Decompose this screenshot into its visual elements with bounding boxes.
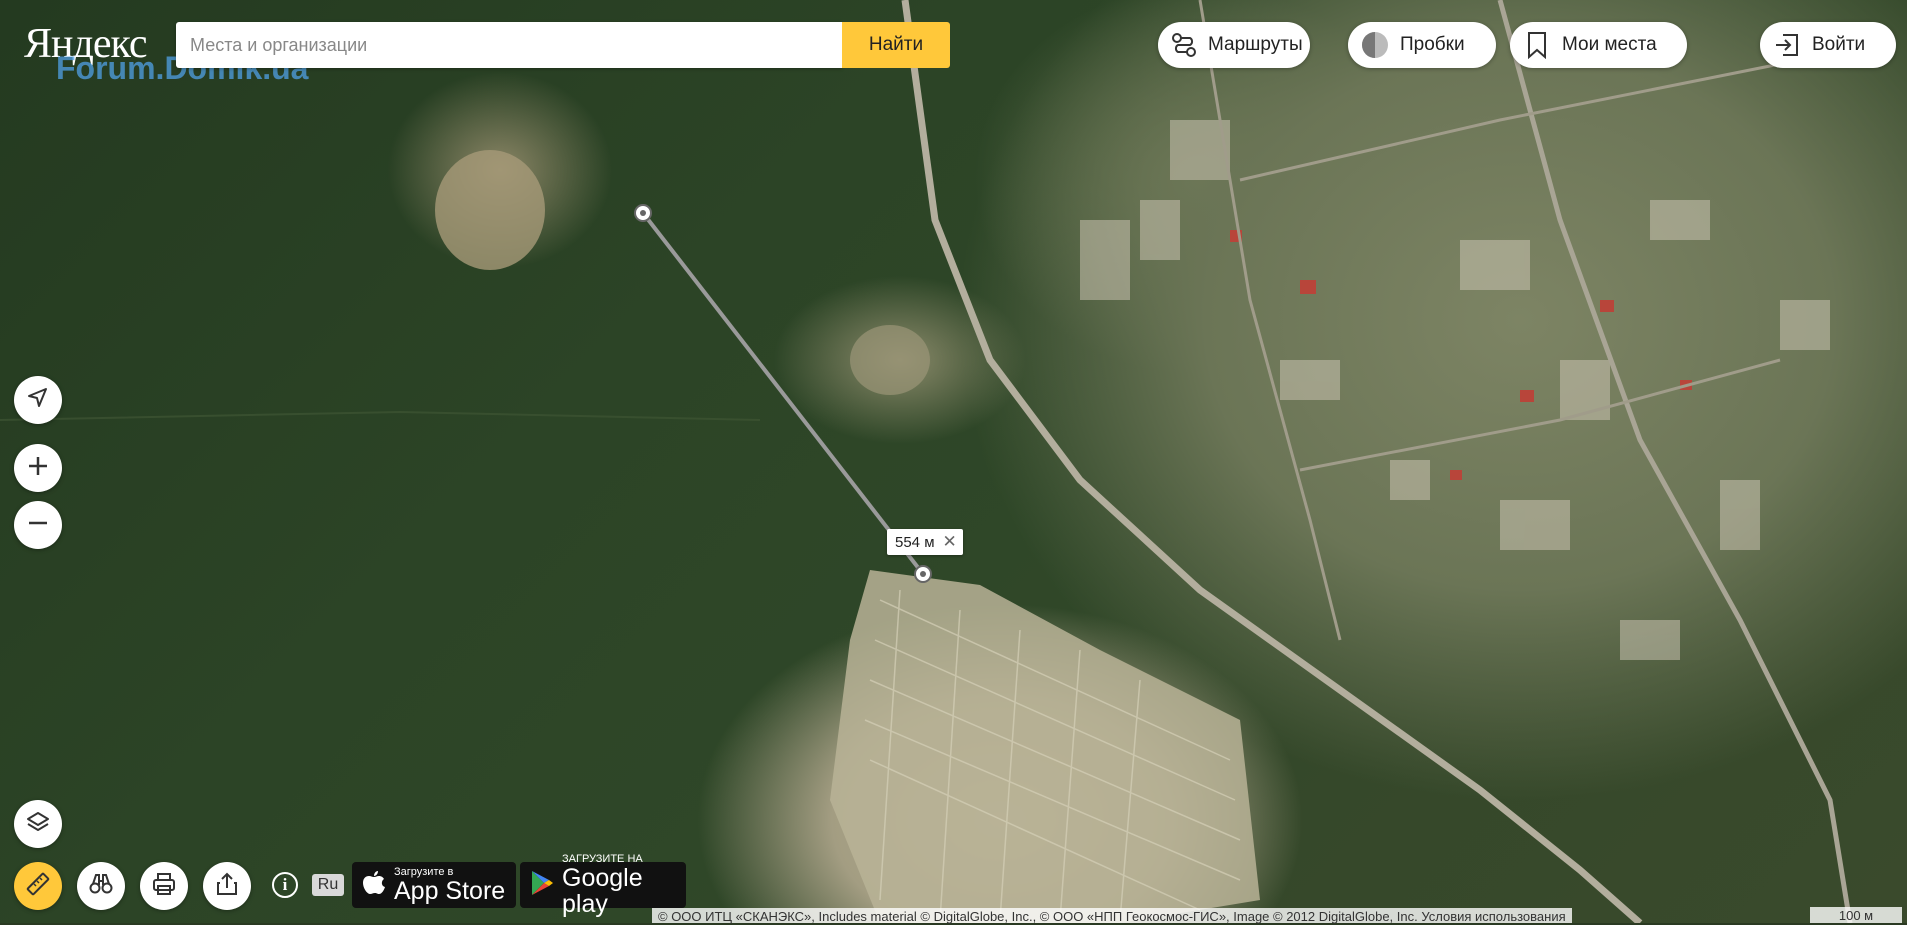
- routes-button[interactable]: Маршруты: [1158, 22, 1310, 68]
- traffic-icon: [1360, 30, 1390, 60]
- language-button[interactable]: Ru: [312, 874, 344, 896]
- ruler-start-point[interactable]: [634, 204, 652, 222]
- route-icon: [1170, 30, 1198, 60]
- login-icon: [1772, 30, 1802, 60]
- share-icon: [214, 871, 240, 902]
- ruler-distance-label: 554 м ✕: [887, 529, 963, 555]
- ruler-button[interactable]: [14, 862, 62, 910]
- print-button[interactable]: [140, 862, 188, 910]
- traffic-button[interactable]: Пробки: [1348, 22, 1496, 68]
- location-arrow-icon: [26, 386, 50, 415]
- minus-icon: [26, 511, 50, 540]
- side-road-right: [1497, 0, 1853, 923]
- layers-button[interactable]: [14, 800, 62, 848]
- find-button[interactable]: Найти: [842, 22, 950, 68]
- search-box: [176, 22, 844, 68]
- login-label: Войти: [1812, 34, 1866, 55]
- copyright-text: © ООО ИТЦ «СКАНЭКС», Includes material ©…: [652, 908, 1572, 924]
- ruler-end-point[interactable]: [914, 565, 932, 583]
- panorama-button[interactable]: [77, 862, 125, 910]
- info-button[interactable]: i: [272, 872, 298, 898]
- satellite-map[interactable]: [0, 0, 1907, 923]
- app-store-big: App Store: [394, 876, 506, 905]
- distance-value: 554 м: [895, 533, 935, 551]
- app-store-small: Загрузите в: [394, 865, 454, 878]
- google-play-badge[interactable]: ЗАГРУЗИТЕ НА Google play: [520, 853, 686, 917]
- google-play-small: ЗАГРУЗИТЕ НА: [562, 852, 643, 865]
- clearing: [850, 325, 930, 395]
- routes-label: Маршруты: [1208, 34, 1303, 55]
- binoculars-icon: [88, 871, 114, 902]
- close-icon[interactable]: ✕: [943, 532, 957, 552]
- my-places-button[interactable]: Мои места: [1510, 22, 1687, 68]
- street-1: [1198, 0, 1342, 641]
- construction-area: [435, 150, 545, 270]
- ruler-icon: [25, 871, 51, 902]
- sandy-area: [830, 570, 1260, 923]
- forest-path: [0, 410, 761, 421]
- printer-icon: [151, 871, 177, 902]
- search-input[interactable]: [176, 22, 844, 68]
- apple-icon: [362, 869, 386, 902]
- traffic-label: Пробки: [1400, 34, 1465, 55]
- zoom-out-button[interactable]: [14, 501, 62, 549]
- street-2: [1299, 358, 1781, 472]
- bookmark-icon: [1522, 30, 1552, 60]
- scale-bar: 100 м: [1810, 907, 1902, 923]
- plus-icon: [26, 454, 50, 483]
- login-button[interactable]: Войти: [1760, 22, 1896, 68]
- geolocation-button[interactable]: [14, 376, 62, 424]
- my-places-label: Мои места: [1562, 34, 1657, 55]
- share-button[interactable]: [203, 862, 251, 910]
- app-store-badge[interactable]: Загрузите в App Store: [352, 862, 516, 908]
- zoom-in-button[interactable]: [14, 444, 62, 492]
- layers-icon: [25, 809, 51, 840]
- google-play-icon: [530, 869, 554, 902]
- map-features: [0, 0, 1853, 923]
